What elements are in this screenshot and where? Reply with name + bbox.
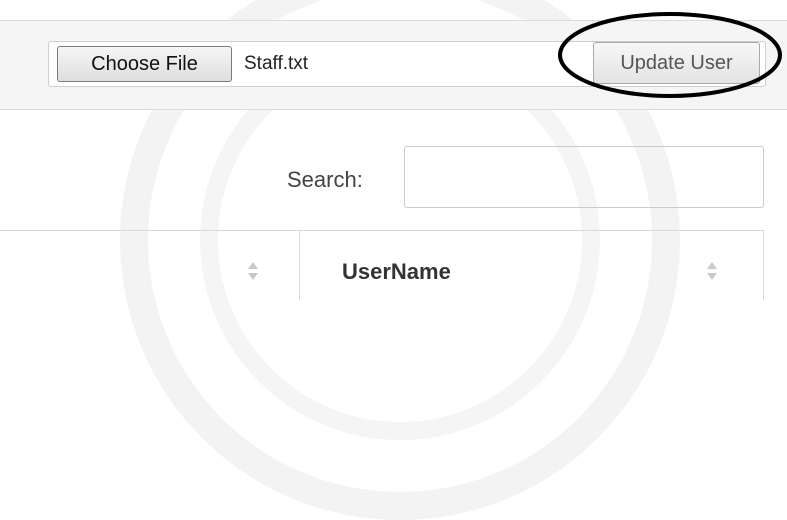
table-header-column-1[interactable] bbox=[0, 231, 300, 300]
update-user-button[interactable]: Update User bbox=[593, 42, 760, 84]
sort-both-icon bbox=[248, 262, 258, 280]
search-input[interactable] bbox=[404, 146, 764, 208]
upload-panel: Choose File Staff.txt Update User bbox=[0, 21, 787, 110]
table-header-column-username[interactable]: UserName bbox=[300, 231, 764, 300]
sort-both-icon bbox=[707, 262, 717, 280]
data-table-header: UserName bbox=[0, 230, 764, 300]
column-username-label: UserName bbox=[342, 259, 451, 284]
selected-file-name: Staff.txt bbox=[244, 53, 309, 74]
search-label: Search: bbox=[287, 167, 363, 192]
choose-file-button[interactable]: Choose File bbox=[57, 46, 232, 82]
